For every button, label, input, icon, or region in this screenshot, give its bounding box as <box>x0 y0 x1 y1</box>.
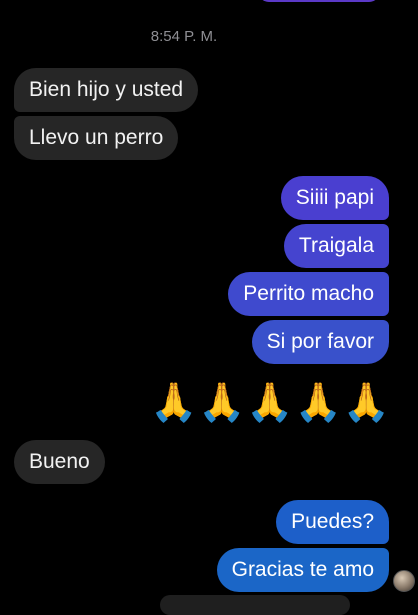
folded-hands-emoji-icon: 🙏 <box>294 382 342 424</box>
outgoing-message-bubble[interactable]: Si por favor <box>251 320 389 364</box>
outgoing-message-bubble[interactable]: Gracias te amo <box>216 548 389 592</box>
incoming-message-bubble[interactable]: Bien hijo y usted <box>14 68 199 112</box>
outgoing-message-bubble[interactable]: Puedes? <box>276 500 389 544</box>
emoji-message[interactable]: 🙏 🙏 🙏 🙏 🙏 <box>150 378 390 428</box>
message-timestamp: 8:54 P. M. <box>150 28 218 45</box>
contact-avatar-icon[interactable] <box>393 570 415 592</box>
outgoing-message-bubble[interactable]: Traigala <box>283 224 389 268</box>
outgoing-message-bubble[interactable]: Perrito macho <box>228 272 389 316</box>
previous-message-bubble[interactable] <box>258 0 380 2</box>
outgoing-message-bubble[interactable]: Siiii papi <box>280 176 389 220</box>
folded-hands-emoji-icon: 🙏 <box>198 382 246 424</box>
folded-hands-emoji-icon: 🙏 <box>246 382 294 424</box>
folded-hands-emoji-icon: 🙏 <box>342 382 390 424</box>
incoming-message-bubble[interactable]: Llevo un perro <box>14 116 179 160</box>
incoming-message-bubble[interactable]: Bueno <box>14 440 105 484</box>
next-message-bubble[interactable] <box>160 595 350 615</box>
folded-hands-emoji-icon: 🙏 <box>150 382 198 424</box>
